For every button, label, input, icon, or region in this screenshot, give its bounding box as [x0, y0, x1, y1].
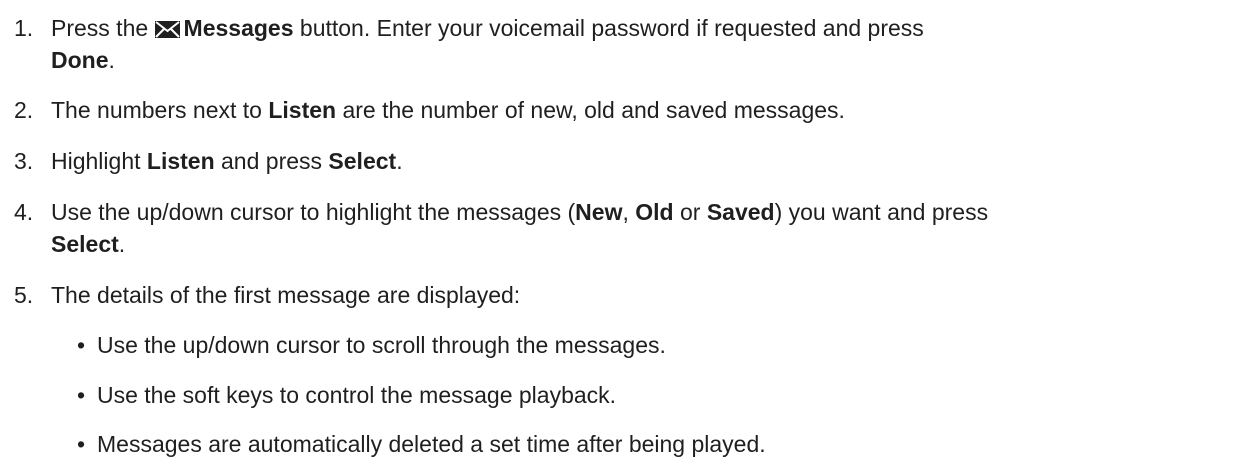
- bullet-text: Use the up/down cursor to scroll through…: [97, 332, 666, 358]
- text-segment: The details of the first message are dis…: [51, 282, 521, 308]
- text-segment: Press the: [51, 15, 155, 41]
- bullet-dot: •: [77, 431, 86, 457]
- messages-label: Messages: [183, 15, 294, 41]
- select-label: Select: [328, 148, 397, 174]
- step-number: 2.: [14, 97, 34, 123]
- step-number: 4.: [14, 199, 34, 225]
- old-label: Old: [635, 199, 674, 225]
- select-label: Select: [51, 231, 119, 257]
- text-segment: are the number of new, old and saved mes…: [336, 97, 845, 123]
- done-label: Done: [51, 47, 109, 73]
- text-segment: Highlight: [51, 148, 147, 174]
- text-segment: .: [396, 148, 403, 174]
- step-text: The numbers next to Listen are the numbe…: [51, 94, 1243, 126]
- text-segment: button. Enter your voicemail password if…: [293, 15, 924, 41]
- step-number: 5.: [14, 282, 34, 308]
- saved-label: Saved: [706, 199, 775, 225]
- listen-label: Listen: [146, 148, 215, 174]
- step-text: The details of the first message are dis…: [51, 279, 1243, 311]
- bullet-text: Use the soft keys to control the message…: [97, 382, 617, 408]
- text-segment: and press: [214, 148, 329, 174]
- text-segment: .: [118, 231, 126, 257]
- text-segment: ,: [622, 199, 636, 225]
- step-text: Press the Messages button. Enter your vo…: [51, 12, 1243, 76]
- text-segment: Use the up/down cursor to highlight the …: [51, 199, 576, 225]
- new-label: New: [575, 199, 623, 225]
- step-text: Highlight Listen and press Select.: [51, 145, 1243, 177]
- step-text: Use the up/down cursor to highlight the …: [51, 196, 1243, 260]
- bullet-dot: •: [77, 332, 86, 358]
- listen-label: Listen: [268, 97, 337, 123]
- instructions-document: 1. Press the Messages button. Enter your…: [0, 0, 1257, 465]
- text-segment: ) you want and press: [774, 199, 989, 225]
- text-segment: .: [108, 47, 115, 73]
- bullet-dot: •: [77, 382, 86, 408]
- step-number: 1.: [14, 15, 34, 41]
- step-number: 3.: [14, 148, 34, 174]
- bullet-text: Messages are automatically deleted a set…: [97, 431, 766, 457]
- envelope-icon: [154, 21, 180, 38]
- text-segment: The numbers next to: [51, 97, 269, 123]
- text-segment: or: [673, 199, 707, 225]
